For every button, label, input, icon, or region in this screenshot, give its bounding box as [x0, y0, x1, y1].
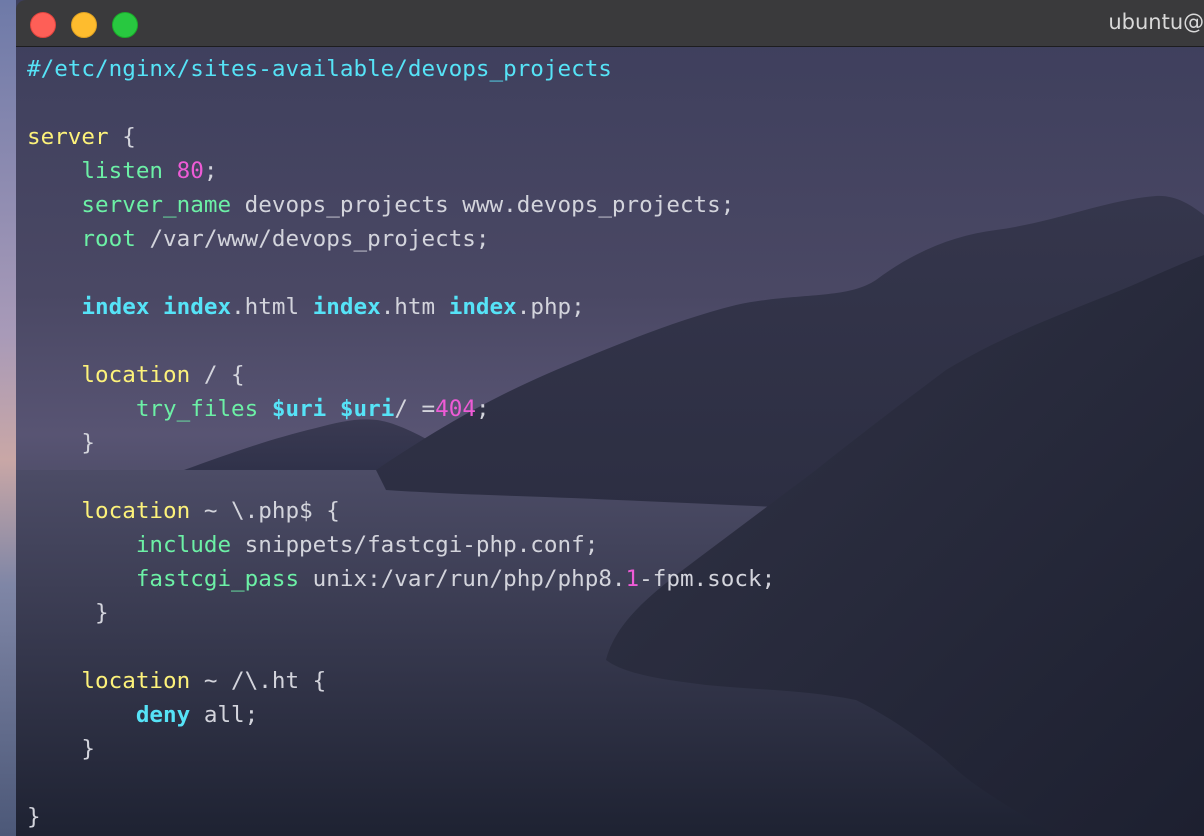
code-token: root — [81, 226, 136, 252]
code-token: .html — [231, 294, 313, 320]
code-token: { — [108, 124, 136, 150]
code-token: snippets/fastcgi-php.conf; — [231, 532, 599, 558]
code-token: server — [27, 124, 109, 150]
code-token: index — [312, 294, 381, 320]
minimize-button[interactable] — [71, 12, 97, 38]
code-token: .htm — [380, 294, 449, 320]
code-token: include — [135, 532, 232, 558]
terminal-line: listen 80; — [27, 154, 775, 188]
terminal-window: ubuntu@i #/etc/nginx/sites-available/dev… — [16, 0, 1204, 836]
code-token: } — [27, 804, 41, 830]
code-token: try_files — [135, 396, 259, 422]
terminal-line: location / { — [27, 358, 775, 392]
code-token: ; — [203, 158, 218, 184]
code-token: server_name — [81, 192, 232, 218]
code-token: ~ \.php$ { — [190, 498, 340, 524]
code-token: } — [27, 430, 96, 456]
code-token: unix:/var/run/php/php8. — [299, 566, 626, 592]
terminal-line: root /var/www/devops_projects; — [27, 222, 775, 256]
code-token: 80 — [176, 158, 204, 184]
close-button[interactable] — [30, 12, 56, 38]
code-token: ~ /\.ht { — [190, 668, 327, 694]
code-token: location — [81, 668, 191, 694]
code-token: $uri — [339, 396, 395, 422]
code-token: 1 — [625, 566, 640, 592]
terminal-line: } — [27, 426, 775, 460]
terminal-line: server_name devops_projects www.devops_p… — [27, 188, 775, 222]
code-token: } — [27, 600, 109, 626]
code-token: location — [81, 362, 191, 388]
code-token: #/etc/nginx/sites-available/devops_proje… — [27, 56, 612, 82]
terminal-line: try_files $uri $uri/ =404; — [27, 392, 775, 426]
code-token: fastcgi_pass — [135, 566, 300, 592]
code-token: ; — [475, 396, 490, 422]
code-token: } — [27, 736, 96, 762]
code-token: index — [163, 294, 232, 320]
desktop-wallpaper-edge — [0, 0, 16, 836]
terminal-line: location ~ \.php$ { — [27, 494, 775, 528]
code-token: index — [81, 294, 150, 320]
window-title: ubuntu@i — [1108, 10, 1204, 34]
code-token: .php; — [516, 294, 585, 320]
code-token: /var/www/devops_projects; — [135, 226, 490, 252]
code-token: $uri — [271, 396, 327, 422]
terminal-line: index index.html index.htm index.php; — [27, 290, 775, 324]
maximize-button[interactable] — [112, 12, 138, 38]
code-token: / = — [394, 396, 436, 422]
code-token: / { — [190, 362, 245, 388]
code-token: -fpm.sock; — [639, 566, 776, 592]
title-bar: ubuntu@i — [16, 0, 1204, 47]
terminal-output[interactable]: #/etc/nginx/sites-available/devops_proje… — [27, 52, 775, 834]
code-token: index — [448, 294, 517, 320]
code-token: devops_projects www.devops_projects; — [231, 192, 735, 218]
code-token: listen — [81, 158, 164, 184]
terminal-line: location ~ /\.ht { — [27, 664, 775, 698]
terminal-line: fastcgi_pass unix:/var/run/php/php8.1-fp… — [27, 562, 775, 596]
code-token: deny — [135, 702, 191, 728]
terminal-line: } — [27, 596, 775, 630]
terminal-line: #/etc/nginx/sites-available/devops_proje… — [27, 52, 775, 86]
terminal-line: } — [27, 800, 775, 834]
code-token: location — [81, 498, 191, 524]
code-token: 404 — [435, 396, 476, 422]
terminal-line: deny all; — [27, 698, 775, 732]
terminal-line: } — [27, 732, 775, 766]
terminal-line: include snippets/fastcgi-php.conf; — [27, 528, 775, 562]
code-token: all; — [190, 702, 259, 728]
terminal-line: server { — [27, 120, 775, 154]
